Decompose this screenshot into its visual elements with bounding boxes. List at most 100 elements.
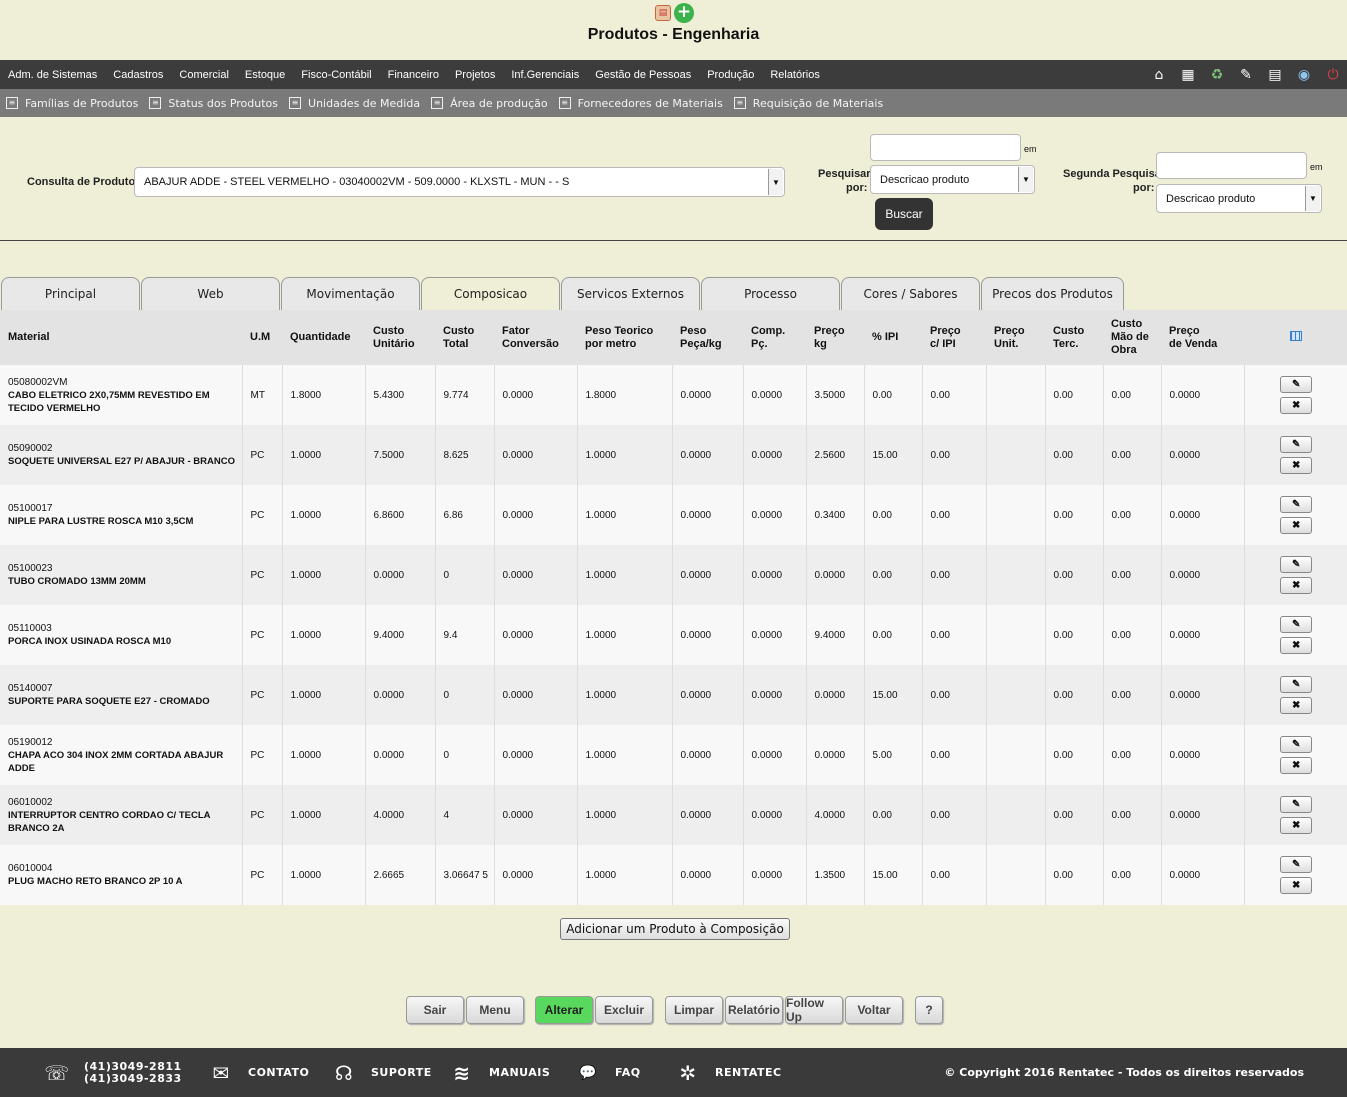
delete-row-button[interactable]: ✖ [1280,757,1313,774]
menu-item-projetos[interactable]: Projetos [455,69,495,81]
menu-item-financeiro[interactable]: Financeiro [388,69,439,81]
edit-row-button[interactable]: ✎ [1280,856,1313,873]
composition-table: Material U.M Quantidade Custo Unitário Custo T… [0,310,1347,905]
submenu-area-producao[interactable]: ≡ Área de produção [431,97,548,110]
menu-item-gestao-pessoas[interactable]: Gestão de Pessoas [595,69,691,81]
cell-fc: 0.0000 [494,485,578,545]
delete-row-button[interactable]: ✖ [1280,697,1313,714]
cell-fc: 0.0000 [494,665,578,725]
envelope-icon: ✉ [212,1060,230,1085]
report-icon[interactable]: ▤ [655,5,671,21]
menu-item-fisco[interactable]: Fisco-Contábil [301,69,371,81]
footer-suporte[interactable]: ☊ SUPORTE [331,1048,432,1097]
delete-row-button[interactable]: ✖ [1280,577,1313,594]
cell-um: PC [242,785,283,845]
menu-item-comercial[interactable]: Comercial [179,69,229,81]
column-header: Custo Unitário [365,310,435,365]
edit-row-button[interactable]: ✎ [1280,676,1313,693]
menu-item-estoque[interactable]: Estoque [245,69,285,81]
document-icon: ≡ [733,97,746,109]
follow-up-button[interactable]: Follow Up [785,996,843,1024]
page-title: Produtos - Engenharia [587,26,760,43]
edit-row-button[interactable]: ✎ [1280,736,1313,753]
cell-pkg: 4.0000 [806,785,865,845]
chevron-down-icon[interactable]: ▼ [1305,186,1320,211]
column-header-text: Material [8,331,50,343]
printer-icon[interactable]: ▦ [1178,65,1198,84]
delete-row-button[interactable]: ✖ [1280,457,1313,474]
cell-comp: 0.0000 [743,485,807,545]
cell-ipi: 0.00 [864,485,923,545]
cell-ct: 3.06647 5 [435,845,495,905]
alterar-button[interactable]: Alterar [535,996,593,1024]
delete-row-button[interactable]: ✖ [1280,877,1313,894]
cell-pu [986,785,1046,845]
delete-row-button[interactable]: ✖ [1280,397,1313,414]
limpar-button[interactable]: Limpar [665,996,723,1024]
delete-row-button[interactable]: ✖ [1280,637,1313,654]
tab-composicao[interactable]: Composicao [421,277,560,310]
relatorio-button[interactable]: Relatório [725,996,783,1024]
submenu-familias[interactable]: ≡ Famílias de Produtos [6,97,138,110]
help-button[interactable]: ? [915,996,943,1024]
delete-row-button[interactable]: ✖ [1280,817,1313,834]
tab-web[interactable]: Web [141,277,280,310]
search-input[interactable] [870,134,1021,161]
segunda-select[interactable]: Descricao produto ▼ [1156,184,1322,213]
cell-pkg: 2.5600 [806,425,865,485]
pesquisar-select[interactable]: Descricao produto ▼ [870,165,1035,194]
tab-processo[interactable]: Processo [701,277,840,310]
edit-row-button[interactable]: ✎ [1280,496,1313,513]
submenu-unidades[interactable]: ≡ Unidades de Medida [289,97,420,110]
tab-cores-sabores[interactable]: Cores / Sabores [841,277,980,310]
edit-row-button[interactable]: ✎ [1280,556,1313,573]
delete-row-button[interactable]: ✖ [1280,517,1313,534]
menu-item-inf-gerenciais[interactable]: Inf.Gerenciais [511,69,579,81]
menu-button[interactable]: Menu [466,996,524,1024]
cell-pci: 0.00 [922,485,987,545]
recycle-icon[interactable]: ♻ [1207,65,1227,84]
menu-item-relatorios[interactable]: Relatórios [770,69,820,81]
edit-row-button[interactable]: ✎ [1280,616,1313,633]
excluir-button[interactable]: Excluir [595,996,653,1024]
consulta-select[interactable]: ABAJUR ADDE - STEEL VERMELHO - 03040002V… [134,167,785,197]
menu-item-adm[interactable]: Adm. de Sistemas [8,69,97,81]
add-icon[interactable]: + [674,3,694,23]
grid-icon[interactable] [1290,330,1302,341]
chevron-down-icon[interactable]: ▼ [1018,167,1033,192]
sair-button[interactable]: Sair [406,996,464,1024]
footer-faq[interactable]: 💬 FAQ [575,1048,641,1097]
submenu-requisicao[interactable]: ≡ Requisição de Materiais [733,97,883,110]
chevron-down-icon[interactable]: ▼ [768,169,783,195]
edit-row-button[interactable]: ✎ [1280,436,1313,453]
sub-menu: ≡ Famílias de Produtos ≡ Status dos Produt… [0,89,1347,117]
document-icon[interactable]: ▤ [1265,65,1285,84]
voltar-button[interactable]: Voltar [845,996,903,1024]
add-product-button[interactable]: Adicionar um Produto à Composição [560,918,790,940]
menu-item-cadastros[interactable]: Cadastros [113,69,163,81]
tab-principal[interactable]: Principal [1,277,140,310]
consulta-value: ABAJUR ADDE - STEEL VERMELHO - 03040002V… [144,176,570,188]
submenu-status[interactable]: ≡ Status dos Produtos [149,97,278,110]
submenu-fornecedores[interactable]: ≡ Fornecedores de Materiais [558,97,723,110]
column-settings[interactable] [1244,310,1347,365]
cell-qtd: 1.0000 [282,425,366,485]
rentatec-label: RENTATEC [715,1066,782,1079]
home-icon[interactable]: ⌂ [1149,65,1169,84]
edit-row-button[interactable]: ✎ [1280,796,1313,813]
cell-um: PC [242,845,283,905]
menu-item-producao[interactable]: Produção [707,69,754,81]
edit-doc-icon[interactable]: ✎ [1236,65,1256,84]
footer-rentatec[interactable]: ✲ RENTATEC [675,1048,782,1097]
tab-servicos-externos[interactable]: Servicos Externos [561,277,700,310]
globe-icon[interactable]: ◉ [1294,65,1314,84]
segunda-search-input[interactable] [1156,152,1307,179]
footer-manuais[interactable]: ≋ MANUAIS [449,1048,550,1097]
footer-contato[interactable]: ✉ CONTATO [208,1048,309,1097]
edit-row-button[interactable]: ✎ [1280,376,1313,393]
buscar-button[interactable]: Buscar [875,198,933,230]
tab-movimentacao[interactable]: Movimentação [281,277,420,310]
power-icon[interactable]: ⏻ [1323,65,1343,84]
tab-precos[interactable]: Precos dos Produtos [981,277,1124,310]
cell-pv: 0.0000 [1161,545,1245,605]
